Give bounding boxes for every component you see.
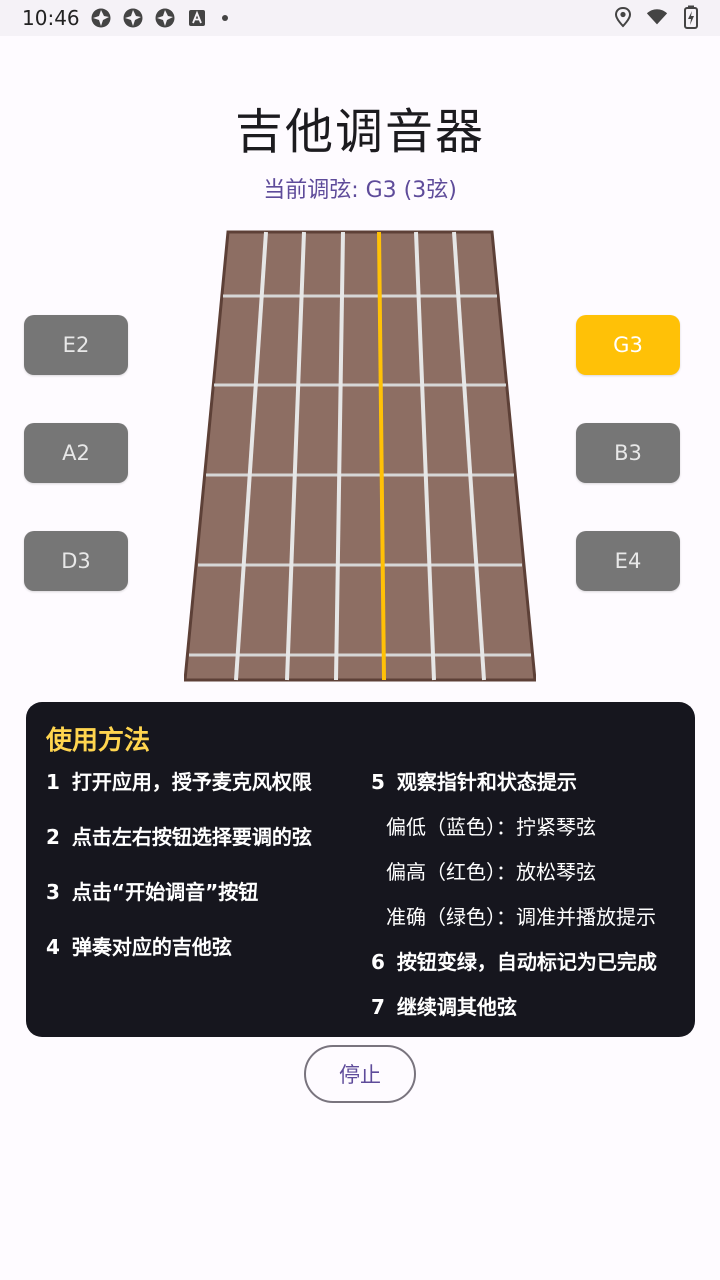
fretboard-wood — [184, 230, 536, 682]
aperture-icon — [154, 7, 176, 29]
step-text: 偏高（红色）：放松琴弦 — [386, 860, 596, 884]
status-time: 10:46 — [22, 6, 80, 30]
step-text: 按钮变绿，自动标记为已完成 — [396, 950, 657, 974]
step-number: 6 — [371, 950, 385, 974]
a-box-icon — [186, 7, 208, 29]
instruction-step-6: 6 按钮变绿，自动标记为已完成 — [371, 946, 657, 975]
instruction-accurate-hint: 准确（绿色）：调准并播放提示 — [386, 901, 656, 930]
step-text: 打开应用，授予麦克风权限 — [71, 770, 312, 794]
status-bar: 10:46 — [0, 0, 720, 36]
step-text: 准确（绿色）：调准并播放提示 — [386, 905, 656, 929]
instruction-step-4: 4 弹奏对应的吉他弦 — [46, 931, 232, 960]
instruction-step-3: 3 点击“开始调音”按钮 — [46, 876, 258, 905]
step-text: 弹奏对应的吉他弦 — [71, 935, 232, 959]
step-number: 1 — [46, 770, 60, 794]
aperture-icon — [122, 7, 144, 29]
wifi-icon — [646, 6, 668, 28]
instruction-step-1: 1 打开应用，授予麦克风权限 — [46, 766, 312, 795]
step-text: 点击左右按钮选择要调的弦 — [71, 825, 312, 849]
instructions-panel: 使用方法 1 打开应用，授予麦克风权限 2 点击左右按钮选择要调的弦 3 点击“开始调… — [26, 702, 695, 1037]
step-text: 偏低（蓝色）：拧紧琴弦 — [386, 815, 596, 839]
step-text: 观察指针和状态提示 — [396, 770, 577, 794]
aperture-icon — [90, 7, 112, 29]
step-number: 7 — [371, 995, 385, 1019]
string-button-e4[interactable]: E4 — [576, 531, 680, 591]
step-text: 点击“开始调音”按钮 — [71, 880, 259, 904]
string-button-e2[interactable]: E2 — [24, 315, 128, 375]
battery-charging-icon — [680, 5, 702, 29]
system-icons — [612, 5, 702, 29]
instruction-step-5: 5 观察指针和状态提示 — [371, 766, 577, 795]
string-button-g3[interactable]: G3 — [576, 315, 680, 375]
instruction-high-hint: 偏高（红色）：放松琴弦 — [386, 856, 596, 885]
instructions-title: 使用方法 — [46, 726, 151, 756]
instruction-low-hint: 偏低（蓝色）：拧紧琴弦 — [386, 811, 596, 840]
stop-button[interactable]: 停止 — [304, 1045, 416, 1103]
dot-icon — [222, 15, 228, 21]
current-string-label: 当前调弦: G3 (3弦) — [263, 178, 457, 203]
step-number: 2 — [46, 825, 60, 849]
string-button-d3[interactable]: D3 — [24, 531, 128, 591]
step-number: 5 — [371, 770, 385, 794]
page-title: 吉他调音器 — [234, 104, 485, 160]
string-button-a2[interactable]: A2 — [24, 423, 128, 483]
guitar-fretboard — [184, 230, 536, 682]
location-icon — [612, 6, 634, 28]
string-button-b3[interactable]: B3 — [576, 423, 680, 483]
notification-icons — [90, 7, 228, 29]
instruction-step-2: 2 点击左右按钮选择要调的弦 — [46, 821, 312, 850]
instruction-step-7: 7 继续调其他弦 — [371, 991, 517, 1020]
step-number: 3 — [46, 880, 60, 904]
step-number: 4 — [46, 935, 60, 959]
step-text: 继续调其他弦 — [396, 995, 517, 1019]
